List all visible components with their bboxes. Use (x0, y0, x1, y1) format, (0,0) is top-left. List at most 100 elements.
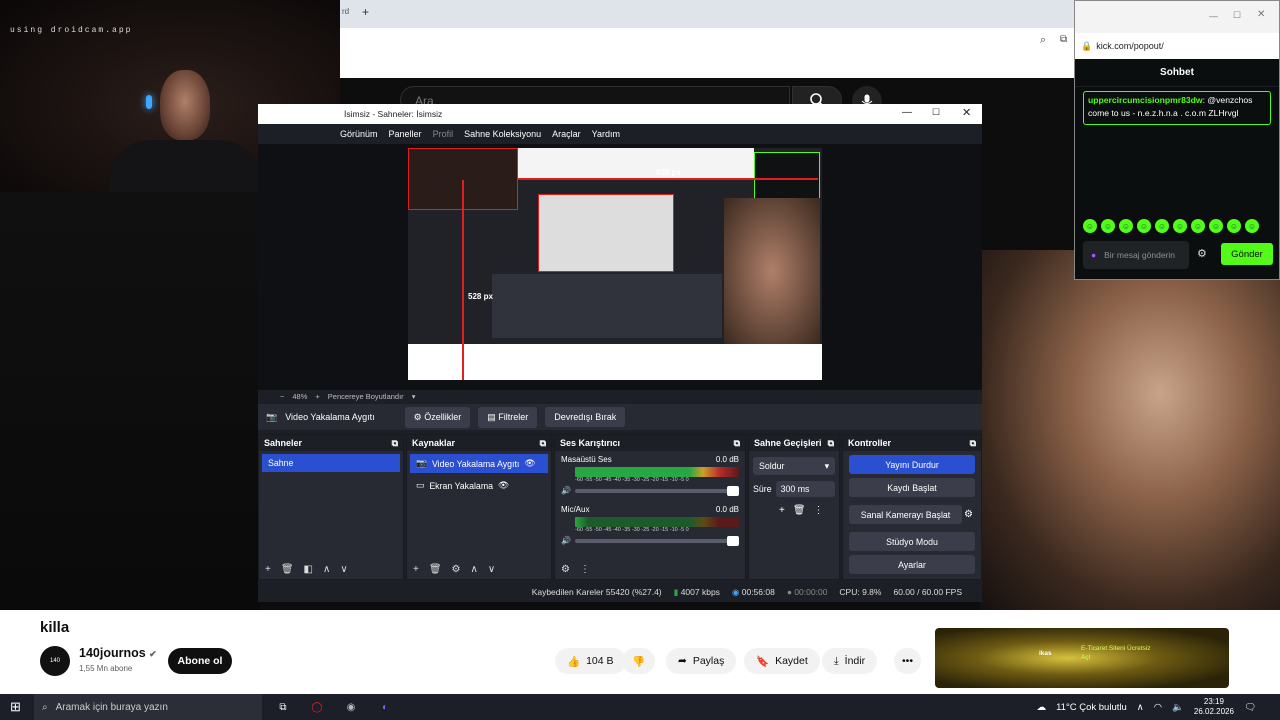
like-button[interactable]: 👍 104 B (555, 648, 626, 674)
maximize-button[interactable]: ☐ (1233, 10, 1241, 21)
emote-icon[interactable]: ☺ (1137, 219, 1151, 233)
emote-icon[interactable]: ☺ (1173, 219, 1187, 233)
save-button[interactable]: 🔖 Kaydet (744, 648, 820, 674)
add-icon[interactable]: + (265, 564, 271, 575)
minimize-button[interactable]: — (902, 107, 912, 118)
obs-preview[interactable]: 839 px 528 px (258, 144, 982, 390)
more-icon[interactable]: ⋮ (814, 505, 824, 516)
minimize-button[interactable]: — (1209, 11, 1218, 21)
trash-icon[interactable]: 🗑 (793, 505, 806, 516)
volume-slider[interactable] (574, 485, 740, 496)
channel-avatar[interactable]: 140 (40, 646, 70, 676)
dock-float-icon[interactable]: ⧉ (970, 438, 976, 448)
speaker-icon[interactable]: 🔊 (561, 536, 571, 545)
gear-icon[interactable]: ⚙ (964, 509, 973, 520)
record-time: ● 00:00:00 (786, 587, 828, 597)
discord-icon[interactable]: ◐ (372, 696, 398, 718)
menu-docks[interactable]: Paneller (389, 129, 422, 139)
download-button[interactable]: ⤓ İndir (822, 648, 878, 674)
wifi-icon[interactable]: ◠ (1154, 702, 1162, 713)
dock-float-icon[interactable]: ⧉ (540, 438, 546, 448)
new-tab-button[interactable]: + (362, 5, 369, 19)
duration-input[interactable]: 300 ms (775, 481, 835, 497)
studio-mode-button[interactable]: Stüdyo Modu (849, 532, 975, 551)
volume-slider[interactable] (574, 535, 740, 546)
windows-start-icon[interactable]: ⊞ (10, 699, 21, 715)
source-item[interactable]: ▭ Ekran Yakalama 👁 (410, 476, 548, 495)
opera-icon[interactable]: ◯ (304, 696, 330, 718)
start-recording-button[interactable]: Kaydı Başlat (849, 478, 975, 497)
chat-username[interactable]: uppercircumcisionpmr83dw (1088, 95, 1203, 105)
eye-icon[interactable]: 👁 (498, 480, 509, 491)
chat-url-bar[interactable]: 🔒 kick.com/popout/ (1075, 33, 1279, 59)
maximize-button[interactable]: ☐ (932, 107, 940, 118)
dock-float-icon[interactable]: ⧉ (734, 438, 740, 448)
chat-input[interactable]: ● Bir mesaj gönderin (1083, 241, 1189, 269)
move-down-icon[interactable]: ∨ (488, 564, 495, 575)
add-icon[interactable]: + (413, 564, 419, 575)
channel-name[interactable]: 140journos ✔ (79, 646, 157, 660)
filter-icon[interactable]: ◧ (304, 564, 313, 575)
dock-float-icon[interactable]: ⧉ (828, 438, 834, 448)
more-actions-button[interactable]: ••• (894, 648, 922, 674)
dislike-button[interactable]: 👎 (622, 648, 656, 674)
zoom-in-button[interactable]: + (315, 392, 319, 401)
zoom-icon[interactable]: ⌕ (1040, 34, 1046, 47)
tray-chevron-icon[interactable]: ∧ (1137, 702, 1144, 713)
fit-to-window-button[interactable]: Pencereye Boyutlandır (328, 392, 404, 401)
share-button[interactable]: ➦ Paylaş (666, 648, 737, 674)
dock-float-icon[interactable]: ⧉ (392, 438, 398, 448)
preview-canvas[interactable]: 839 px 528 px (408, 148, 822, 380)
add-icon[interactable]: + (779, 505, 785, 516)
scene-item[interactable]: Sahne (262, 454, 400, 472)
move-up-icon[interactable]: ∧ (323, 564, 330, 575)
menu-tools[interactable]: Araçlar (552, 129, 581, 139)
subscribe-button[interactable]: Abone ol (168, 648, 232, 674)
close-button[interactable]: ✕ (962, 106, 971, 119)
emote-icon[interactable]: ☺ (1083, 219, 1097, 233)
obs-icon[interactable]: ◉ (338, 696, 364, 718)
zoom-dropdown-icon[interactable]: ▾ (412, 392, 416, 401)
emote-icon[interactable]: ☺ (1101, 219, 1115, 233)
menu-help[interactable]: Yardım (592, 129, 620, 139)
emote-icon[interactable]: ☺ (1227, 219, 1241, 233)
filters-button[interactable]: ▤ Filtreler (478, 406, 538, 428)
move-up-icon[interactable]: ∧ (471, 564, 478, 575)
menu-scene-collection[interactable]: Sahne Koleksiyonu (464, 129, 541, 139)
browser-tab-label[interactable]: rd (342, 7, 349, 16)
more-icon[interactable]: ⋮ (580, 564, 590, 575)
close-button[interactable]: ✕ (1257, 9, 1265, 20)
emote-icon[interactable]: ☺ (1119, 219, 1133, 233)
properties-button[interactable]: ⚙ Özellikler (404, 406, 471, 428)
settings-button[interactable]: Ayarlar (849, 555, 975, 574)
send-button[interactable]: Gönder (1221, 243, 1273, 265)
ad-banner[interactable]: ikas E-Ticaret Siteni Ücretsiz Aç! (935, 628, 1229, 688)
notification-icon[interactable]: 🗨 (1244, 702, 1256, 713)
speaker-icon[interactable]: 🔊 (561, 486, 571, 495)
menu-view[interactable]: Görünüm (340, 129, 378, 139)
zoom-out-button[interactable]: − (280, 392, 284, 401)
move-down-icon[interactable]: ∨ (340, 564, 347, 575)
speaker-icon[interactable]: 🔈 (1172, 702, 1184, 713)
clock[interactable]: 23:19 26.02.2026 (1194, 697, 1234, 717)
stop-streaming-button[interactable]: Yayını Durdur (849, 455, 975, 474)
start-virtual-camera-button[interactable]: Sanal Kamerayı Başlat (849, 505, 963, 524)
advanced-audio-icon[interactable]: ⚙ (561, 564, 570, 575)
transition-select[interactable]: Soldur ▾ (753, 457, 835, 475)
emote-icon[interactable]: ☺ (1209, 219, 1223, 233)
menu-profile[interactable]: Profil (433, 129, 454, 139)
gear-icon[interactable]: ⚙ (452, 564, 461, 575)
share-icon[interactable]: ⧉ (1060, 34, 1067, 45)
emote-icon[interactable]: ☺ (1155, 219, 1169, 233)
disable-button[interactable]: Devredışı Bırak (545, 407, 626, 427)
emote-icon[interactable]: ☺ (1191, 219, 1205, 233)
emote-icon[interactable]: ☺ (1245, 219, 1259, 233)
trash-icon[interactable]: 🗑 (429, 564, 442, 575)
eye-icon[interactable]: 👁 (524, 458, 535, 469)
source-item[interactable]: 📷 Video Yakalama Aygıtı 👁 (410, 454, 548, 473)
trash-icon[interactable]: 🗑 (281, 564, 294, 575)
gear-icon[interactable]: ⚙ (1197, 247, 1211, 261)
task-view-icon[interactable]: ⧉ (270, 696, 296, 718)
weather-text[interactable]: 11°C Çok bulutlu (1056, 702, 1127, 713)
taskbar-search[interactable]: ⌕ Aramak için buraya yazın (34, 694, 262, 720)
